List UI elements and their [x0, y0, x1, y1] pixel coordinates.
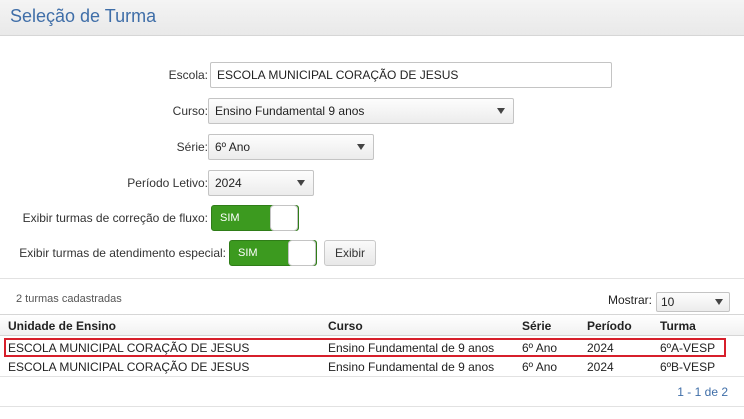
cell-turma: 6ºB-VESP: [660, 360, 716, 374]
column-header-serie[interactable]: Série: [522, 319, 551, 333]
column-header-turma[interactable]: Turma: [660, 319, 696, 333]
especial-label: Exibir turmas de atendimento especial:: [19, 246, 226, 260]
fluxo-toggle-text: SIM: [220, 212, 240, 224]
chevron-down-icon: [357, 144, 365, 150]
curso-value: Ensino Fundamental 9 anos: [215, 104, 365, 118]
fluxo-toggle[interactable]: SIM: [211, 205, 299, 231]
chevron-down-icon: [715, 299, 723, 305]
chevron-down-icon: [297, 180, 305, 186]
cell-periodo: 2024: [587, 360, 614, 374]
cell-periodo: 2024: [587, 341, 614, 355]
table-row[interactable]: ESCOLA MUNICIPAL CORAÇÃO DE JESUS Ensino…: [0, 357, 744, 376]
especial-toggle-text: SIM: [238, 247, 258, 259]
cell-turma: 6ºA-VESP: [660, 341, 716, 355]
cell-serie: 6º Ano: [522, 360, 558, 374]
divider: [0, 278, 744, 279]
toggle-knob: [288, 240, 316, 266]
toggle-knob: [270, 205, 298, 231]
periodo-value: 2024: [215, 176, 242, 190]
fluxo-label: Exibir turmas de correção de fluxo:: [22, 211, 208, 225]
exibir-button[interactable]: Exibir: [324, 240, 376, 266]
turmas-count: 2 turmas cadastradas: [16, 293, 122, 305]
column-header-curso[interactable]: Curso: [328, 319, 363, 333]
divider: [0, 406, 744, 407]
table-row[interactable]: ESCOLA MUNICIPAL CORAÇÃO DE JESUS Ensino…: [0, 338, 744, 357]
periodo-select[interactable]: 2024: [208, 170, 314, 196]
mostrar-label: Mostrar:: [608, 293, 653, 307]
serie-select[interactable]: 6º Ano: [208, 134, 374, 160]
escola-value: ESCOLA MUNICIPAL CORAÇÃO DE JESUS: [217, 68, 459, 82]
curso-select[interactable]: Ensino Fundamental 9 anos: [208, 98, 514, 124]
page-header: Seleção de Turma: [0, 0, 744, 36]
serie-label: Série:: [176, 140, 208, 154]
chevron-down-icon: [497, 108, 505, 114]
page-size-select[interactable]: 10: [656, 292, 730, 312]
cell-curso: Ensino Fundamental de 9 anos: [328, 341, 495, 355]
table-header: Unidade de Ensino Curso Série Período Tu…: [0, 314, 744, 336]
cell-unidade: ESCOLA MUNICIPAL CORAÇÃO DE JESUS: [8, 360, 250, 374]
table-bottom-border: [0, 376, 744, 377]
cell-unidade: ESCOLA MUNICIPAL CORAÇÃO DE JESUS: [8, 341, 250, 355]
periodo-label: Período Letivo:: [127, 176, 208, 190]
curso-label: Curso:: [172, 104, 208, 118]
escola-input[interactable]: ESCOLA MUNICIPAL CORAÇÃO DE JESUS: [210, 62, 612, 88]
column-header-periodo[interactable]: Período: [587, 319, 632, 333]
especial-toggle[interactable]: SIM: [229, 240, 317, 266]
cell-curso: Ensino Fundamental de 9 anos: [328, 360, 495, 374]
page-size-value: 10: [661, 295, 675, 309]
page-title: Seleção de Turma: [10, 6, 157, 26]
escola-label: Escola:: [168, 68, 208, 82]
column-header-unidade[interactable]: Unidade de Ensino: [8, 319, 116, 333]
serie-value: 6º Ano: [215, 140, 251, 154]
cell-serie: 6º Ano: [522, 341, 558, 355]
pagination-info: 1 - 1 de 2: [677, 385, 728, 399]
